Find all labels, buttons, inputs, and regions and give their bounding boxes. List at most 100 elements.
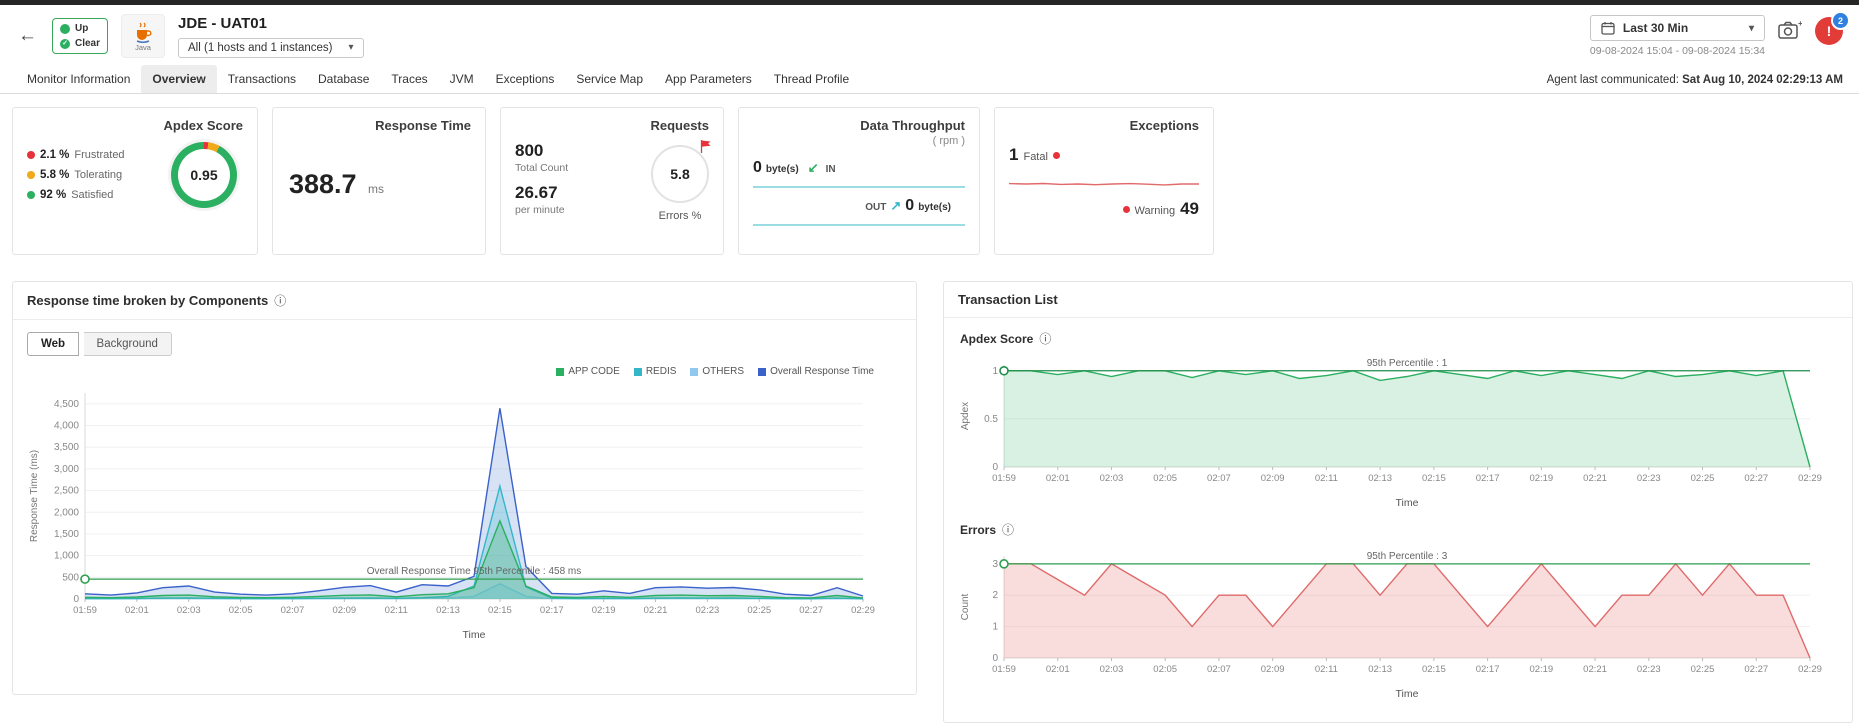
legend-item: REDIS <box>634 366 677 377</box>
svg-text:Time: Time <box>463 629 486 641</box>
svg-text:1,000: 1,000 <box>54 551 79 562</box>
header-right: Last 30 Min ▾ 09-08-2024 15:04 - 09-08-2… <box>1590 15 1843 57</box>
svg-text:02:01: 02:01 <box>1046 664 1070 675</box>
tab-service-map[interactable]: Service Map <box>565 65 654 93</box>
svg-text:3: 3 <box>992 559 998 570</box>
apdex-chart: 00.5101:5902:0102:0302:0502:0702:0902:11… <box>958 349 1838 509</box>
legend-item: OTHERS <box>690 366 744 377</box>
svg-text:02:03: 02:03 <box>1100 473 1124 484</box>
svg-text:500: 500 <box>62 572 79 583</box>
svg-text:02:21: 02:21 <box>644 605 668 616</box>
svg-text:1: 1 <box>992 622 998 633</box>
alert-icon: ! <box>1827 23 1832 39</box>
requests-body: 800 Total Count 26.67 per minute 5.8 Err… <box>515 141 709 225</box>
svg-text:+: + <box>1798 20 1802 28</box>
errors-percent-value: 5.8 <box>670 166 689 182</box>
response-time-unit: ms <box>368 182 384 196</box>
info-icon[interactable]: ⓘ <box>1039 330 1051 347</box>
svg-text:02:07: 02:07 <box>1207 664 1231 675</box>
components-chart: 05001,0001,5002,0002,5003,0003,5004,0004… <box>27 379 903 641</box>
warning-count: 49 <box>1180 199 1199 219</box>
requests-per-minute-label: per minute <box>515 204 568 216</box>
legend-item: Overall Response Time <box>758 366 874 377</box>
exceptions-card: Exceptions 1 Fatal Warning 49 <box>994 107 1214 255</box>
svg-text:02:27: 02:27 <box>1744 664 1768 675</box>
svg-text:02:09: 02:09 <box>332 605 356 616</box>
apdex-gauge-inner: 0.95 <box>178 149 230 201</box>
back-button[interactable]: ← <box>16 25 39 47</box>
toggle-background[interactable]: Background <box>84 332 172 356</box>
apdex-section-header: Apdex Score ⓘ <box>944 318 1852 347</box>
requests-left: 800 Total Count 26.67 per minute <box>515 141 568 225</box>
svg-text:02:17: 02:17 <box>1476 664 1500 675</box>
tab-thread-profile[interactable]: Thread Profile <box>763 65 860 93</box>
web-background-toggle: Web Background <box>27 332 902 356</box>
svg-text:02:03: 02:03 <box>1100 664 1124 675</box>
svg-text:02:05: 02:05 <box>1153 664 1177 675</box>
tab-jvm[interactable]: JVM <box>439 65 485 93</box>
requests-per-minute: 26.67 <box>515 183 568 203</box>
svg-text:02:15: 02:15 <box>1422 473 1446 484</box>
response-components-panel: Response time broken by Components ⓘ Web… <box>12 281 917 695</box>
requests-total: 800 <box>515 141 568 161</box>
warning-label: Warning <box>1135 205 1176 217</box>
tab-exceptions[interactable]: Exceptions <box>485 65 566 93</box>
scope-selector[interactable]: All (1 hosts and 1 instances) ▾ <box>178 38 364 58</box>
throughput-in-sparkline <box>753 186 965 188</box>
toggle-web[interactable]: Web <box>27 332 79 356</box>
apdex-legend-item: 5.8 %Tolerating <box>27 169 125 181</box>
svg-text:2: 2 <box>992 590 998 601</box>
status-up-label: Up <box>75 23 88 34</box>
response-components-header: Response time broken by Components ⓘ <box>13 282 916 320</box>
tab-transactions[interactable]: Transactions <box>217 65 307 93</box>
java-icon: Java <box>121 14 165 58</box>
status-up: Up <box>60 23 100 34</box>
svg-text:02:21: 02:21 <box>1583 664 1607 675</box>
tab-monitor-information[interactable]: Monitor Information <box>16 65 141 93</box>
svg-text:02:03: 02:03 <box>177 605 201 616</box>
time-range-left: Last 30 Min <box>1601 21 1688 35</box>
svg-text:02:25: 02:25 <box>1691 473 1715 484</box>
throughput-out-row: OUT ↗ 0 byte(s) <box>753 197 965 215</box>
tab-app-parameters[interactable]: App Parameters <box>654 65 763 93</box>
svg-text:02:19: 02:19 <box>1529 664 1553 675</box>
svg-text:02:23: 02:23 <box>696 605 720 616</box>
apdex-score-value: 0.95 <box>190 167 217 183</box>
kpi-cards-row: Apdex Score 2.1 %Frustrated5.8 %Tolerati… <box>12 107 1847 255</box>
tab-overview[interactable]: Overview <box>141 65 216 93</box>
tab-traces[interactable]: Traces <box>380 65 438 93</box>
apdex-gauge: 0.95 <box>171 142 237 208</box>
throughput-out-unit: byte(s) <box>918 202 951 213</box>
screenshot-button[interactable]: + <box>1778 20 1802 45</box>
panel-title: Transaction List <box>958 292 1058 307</box>
svg-text:02:17: 02:17 <box>540 605 564 616</box>
alert-avatar[interactable]: ! 2 <box>1815 17 1843 45</box>
header-left: ← Up ✓ Clear Java JDE - UAT01 All (1 <box>16 14 364 58</box>
throughput-out-value: 0 <box>905 197 914 215</box>
svg-text:4,500: 4,500 <box>54 399 79 410</box>
errors-chart: 012301:5902:0102:0302:0502:0702:0902:110… <box>958 540 1838 700</box>
svg-text:01:59: 01:59 <box>992 664 1016 675</box>
response-time-body: 388.7 ms <box>287 169 471 200</box>
info-icon[interactable]: ⓘ <box>1002 521 1014 538</box>
info-icon[interactable]: ⓘ <box>274 292 286 309</box>
svg-text:4,000: 4,000 <box>54 421 79 432</box>
card-title-response-time: Response Time <box>287 118 471 133</box>
apdex-legend-item: 92 %Satisfied <box>27 189 125 201</box>
svg-text:02:27: 02:27 <box>1744 473 1768 484</box>
transaction-list-panel: Transaction List Apdex Score ⓘ 0 0.5 1 01:5… <box>943 281 1853 723</box>
section-title-errors: Errors <box>960 523 996 537</box>
svg-text:01:59: 01:59 <box>73 605 97 616</box>
svg-text:Response Time (ms): Response Time (ms) <box>29 450 40 542</box>
svg-text:0: 0 <box>992 653 998 664</box>
time-range-selector[interactable]: Last 30 Min ▾ <box>1590 15 1765 41</box>
svg-text:02:05: 02:05 <box>1153 473 1177 484</box>
out-arrow-icon: ↗ <box>890 198 901 214</box>
clear-status-icon: ✓ <box>60 39 70 49</box>
tab-database[interactable]: Database <box>307 65 380 93</box>
throughput-in-label: IN <box>826 164 836 175</box>
card-title-apdex: Apdex Score <box>27 118 243 133</box>
panel-title: Response time broken by Components <box>27 293 268 308</box>
svg-text:0.5: 0.5 <box>984 414 998 425</box>
svg-text:02:23: 02:23 <box>1637 664 1661 675</box>
